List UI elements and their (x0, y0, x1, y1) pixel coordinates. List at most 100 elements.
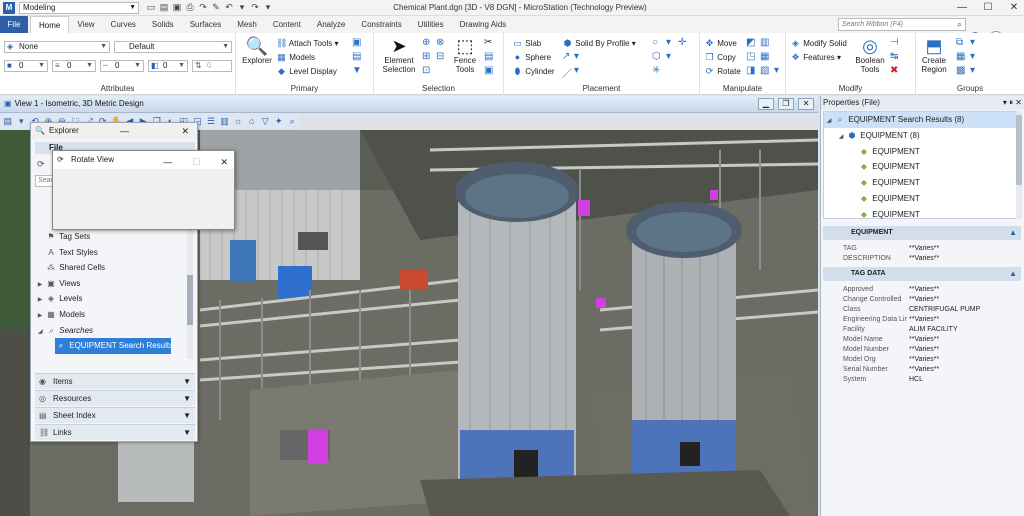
close-icon[interactable]: ✕ (220, 153, 228, 171)
restore-icon[interactable]: ❐ (778, 98, 794, 110)
fence-delete-icon[interactable]: ▣ (484, 65, 493, 76)
tree-item-views[interactable]: ▶ ▣ Views (35, 276, 187, 292)
chevron-down-icon[interactable]: ▾ (574, 65, 579, 76)
tree-item-equipment[interactable]: ◆ EQUIPMENT (824, 159, 1018, 175)
undo-icon[interactable]: ↶ (224, 2, 234, 13)
cell-icon[interactable]: ▦ (956, 51, 965, 62)
section-items[interactable]: ◉ Items ▼ (35, 373, 195, 389)
circle-icon[interactable]: ○ (652, 37, 658, 48)
tab-mesh[interactable]: Mesh (229, 16, 265, 33)
tab-constraints[interactable]: Constraints (353, 16, 409, 33)
linestyle-select[interactable]: ┄ 0 ▼ (100, 60, 144, 72)
tree-item-searches[interactable]: ◢ ⌕ Searches (35, 323, 187, 339)
tab-content[interactable]: Content (265, 16, 309, 33)
explorer-titlebar[interactable]: 🔍 Explorer — ✕ (31, 123, 197, 139)
arc-icon[interactable]: ↗ (562, 51, 570, 62)
rotate-view-titlebar[interactable]: ⟳ Rotate View — ☐ ✕ (53, 151, 234, 169)
section-sheet-index[interactable]: ▤ Sheet Index ▼ (35, 407, 195, 423)
levels-icon[interactable]: ☰ (205, 115, 217, 127)
property-value[interactable]: **Varies** (909, 355, 939, 364)
tab-view[interactable]: View (69, 16, 102, 33)
minimize-icon[interactable]: — (956, 1, 968, 15)
slab-button[interactable]: ▭ Slab (512, 37, 541, 50)
tree-item-search-results[interactable]: ◢ ⌕ EQUIPMENT Search Results (8) (824, 112, 1018, 128)
chevron-down-icon[interactable]: ▾ (574, 51, 579, 62)
property-value[interactable]: CENTRIFUGAL PUMP (909, 305, 980, 314)
tab-analyze[interactable]: Analyze (309, 16, 353, 33)
property-value[interactable]: **Varies** (909, 315, 939, 324)
close-icon[interactable]: ✕ (1008, 1, 1020, 15)
array-icon[interactable]: ▦ (760, 51, 769, 62)
style-select[interactable]: Default ▼ (114, 41, 232, 53)
delete-icon[interactable]: ✖ (890, 65, 898, 76)
filter-icon[interactable]: ▽ (259, 115, 271, 127)
priority-select[interactable]: ⇅ 0 (192, 60, 232, 72)
chevron-down-icon[interactable]: ▾ (970, 37, 975, 48)
tree-item-equipment[interactable]: ◆ EQUIPMENT (824, 191, 1018, 207)
tab-file[interactable]: File (0, 16, 28, 33)
pin-icon[interactable]: ✎ (211, 2, 221, 13)
tag-data-section-header[interactable]: TAG DATA ▲ (823, 267, 1021, 281)
minimize-icon[interactable]: — (163, 153, 172, 171)
chevron-down-icon[interactable]: ▾ (666, 37, 671, 48)
select-all-icon[interactable]: ⊕ (422, 37, 430, 48)
tree-item-equipment-group[interactable]: ◢ ⬢ EQUIPMENT (8) (824, 128, 1018, 144)
tab-curves[interactable]: Curves (103, 16, 144, 33)
tree-item-shared-cells[interactable]: ⁂ Shared Cells (35, 260, 187, 276)
image-icon[interactable]: ▣ (352, 37, 361, 48)
bulb-icon[interactable]: ✦ (273, 115, 285, 127)
chevron-down-icon[interactable]: ▾ (970, 51, 975, 62)
redo-icon[interactable]: ↷ (198, 2, 208, 13)
stretch-icon[interactable]: ◨ (746, 65, 755, 76)
create-region-button[interactable]: ⬒ Create Region (918, 36, 950, 74)
color-select[interactable]: ■ 0 ▼ (4, 60, 48, 72)
snowflake-icon[interactable]: ✳ (652, 65, 660, 76)
boolean-tools-button[interactable]: ◎ Boolean Tools (852, 36, 888, 74)
section-links[interactable]: ⛓ Links ▼ (35, 424, 195, 440)
rotate-button[interactable]: ⟳ Rotate (704, 65, 741, 78)
property-value[interactable]: HCL (909, 375, 923, 384)
property-value[interactable]: **Varies** (909, 365, 939, 374)
display-style-icon[interactable]: ▥ (219, 115, 231, 127)
properties-scrollbar[interactable] (1016, 111, 1022, 219)
select-group-icon[interactable]: ⊡ (422, 65, 430, 76)
equipment-section-header[interactable]: EQUIPMENT ▲ (823, 226, 1021, 240)
scrollbar-thumb[interactable] (1016, 115, 1022, 185)
level-select[interactable]: ◈ None ▼ (4, 41, 110, 53)
tree-item-levels[interactable]: ▶ ◈ Levels (35, 291, 187, 307)
move-button[interactable]: ✥ Move (704, 37, 737, 50)
maximize-icon[interactable]: ☐ (982, 1, 994, 15)
tab-utilities[interactable]: Utilities (410, 16, 452, 33)
features-button[interactable]: ❖ Features ▾ (790, 51, 841, 64)
maximize-icon[interactable]: ☐ (192, 153, 200, 171)
search-icon[interactable]: ⌕ (286, 115, 298, 127)
minimize-icon[interactable]: ▁ (758, 98, 774, 110)
tree-item-models[interactable]: ▶ ▦ Models (35, 307, 187, 323)
extend-icon[interactable]: ↹ (890, 51, 898, 62)
section-resources[interactable]: ◎ Resources ▼ (35, 390, 195, 406)
ribbon-search-input[interactable]: Search Ribbon (F4) ⌕ (838, 18, 966, 31)
auto-hide-icon[interactable]: ⏸ (1009, 98, 1013, 107)
chevron-down-icon[interactable]: ▾ (970, 65, 975, 76)
line-icon[interactable]: ／ (562, 65, 572, 80)
select-lock-icon[interactable]: ⊟ (436, 51, 444, 62)
app-logo-icon[interactable]: M (3, 2, 15, 14)
pin-icon[interactable]: ▾ (1003, 98, 1007, 107)
close-icon[interactable]: ✕ (181, 123, 189, 139)
tab-drawing-aids[interactable]: Drawing Aids (452, 16, 515, 33)
customize-icon[interactable]: ▾ (237, 2, 247, 13)
tab-solids[interactable]: Solids (144, 16, 182, 33)
weight-select[interactable]: ≡ 0 ▼ (52, 60, 96, 72)
select-invert-icon[interactable]: ⊞ (422, 51, 430, 62)
select-none-icon[interactable]: ⊗ (436, 37, 444, 48)
fence-clip-icon[interactable]: ▤ (484, 51, 493, 62)
align-icon[interactable]: ▥ (760, 37, 769, 48)
mirror-icon[interactable]: ◩ (746, 37, 755, 48)
tree-item-equipment[interactable]: ◆ EQUIPMENT (824, 175, 1018, 191)
attach-tools-button[interactable]: ⛓ Attach Tools ▾ (276, 37, 338, 50)
save-icon[interactable]: ▣ (172, 2, 182, 13)
transform-icon[interactable]: ▧ (760, 65, 769, 76)
tab-home[interactable]: Home (30, 16, 70, 33)
copy-button[interactable]: ❐ Copy (704, 51, 735, 64)
transparency-select[interactable]: ◧ 0 ▼ (148, 60, 188, 72)
